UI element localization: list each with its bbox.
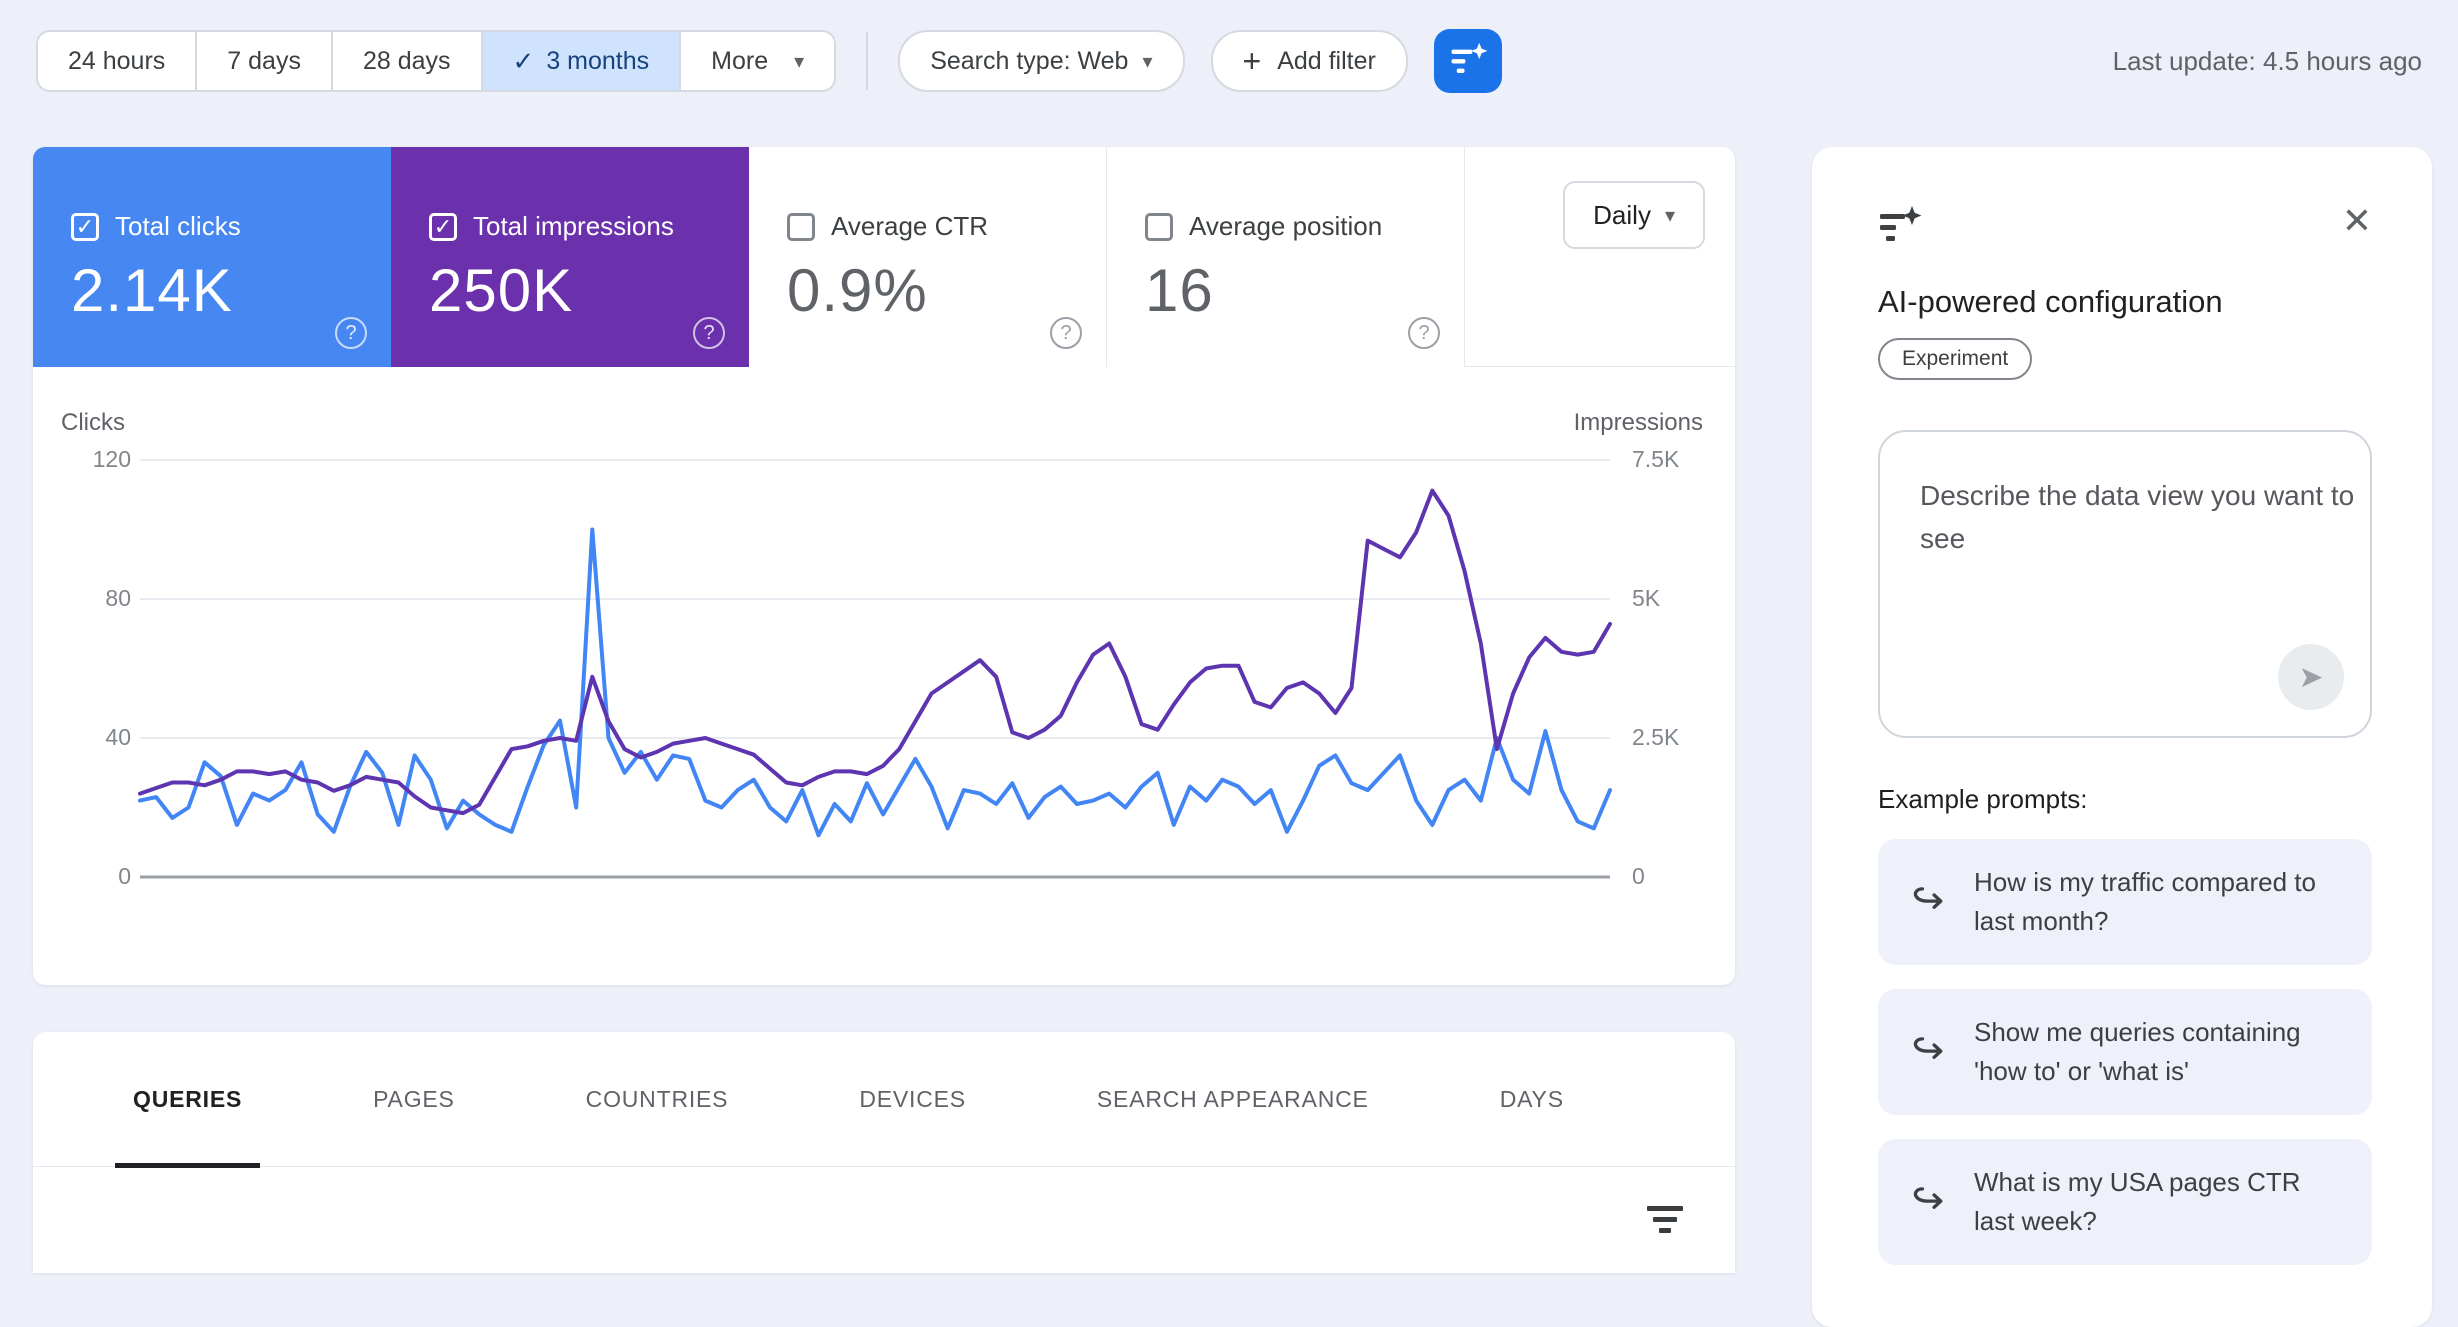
granularity-dropdown[interactable]: Daily ▾: [1563, 181, 1705, 249]
tab-devices[interactable]: DEVICES: [841, 1032, 984, 1166]
close-icon[interactable]: ✕: [2342, 203, 2372, 239]
date-range-label: 28 days: [363, 47, 451, 76]
metric-value: 250K: [429, 256, 749, 325]
date-range-3-months[interactable]: ✓ 3 months: [483, 32, 682, 90]
tab-label: DEVICES: [859, 1086, 966, 1113]
tab-label: COUNTRIES: [586, 1086, 729, 1113]
example-prompts-heading: Example prompts:: [1878, 784, 2372, 815]
chevron-down-icon: ▾: [794, 49, 804, 74]
ai-configuration-panel: ✕ AI-powered configuration Experiment ➤ …: [1812, 147, 2432, 1327]
metric-total-impressions[interactable]: ✓ Total impressions 250K ?: [391, 147, 749, 367]
plus-icon: +: [1243, 43, 1262, 80]
sparkle-filter-icon: [1449, 41, 1487, 82]
prompt-text: How is my traffic compared to last month…: [1974, 863, 2342, 941]
metric-total-clicks[interactable]: ✓ Total clicks 2.14K ?: [33, 147, 391, 367]
dimensions-table-card: QUERIES PAGES COUNTRIES DEVICES SEARCH A…: [33, 1032, 1735, 1273]
tab-label: PAGES: [373, 1086, 455, 1113]
prompt-text: What is my USA pages CTR last week?: [1974, 1163, 2342, 1241]
tab-label: QUERIES: [133, 1086, 242, 1113]
metric-value: 16: [1145, 256, 1464, 325]
date-range-label: 7 days: [227, 47, 301, 76]
date-range-28-days[interactable]: 28 days: [333, 32, 483, 90]
checkbox-unchecked-icon[interactable]: [1145, 213, 1173, 241]
metric-label: Average CTR: [831, 211, 988, 242]
help-icon[interactable]: ?: [335, 317, 367, 349]
add-filter-label: Add filter: [1277, 47, 1376, 76]
ai-prompt-box: ➤: [1878, 430, 2372, 738]
send-button[interactable]: ➤: [2278, 644, 2344, 710]
prompt-arrow-icon: [1908, 1180, 1948, 1225]
metric-label: Total clicks: [115, 211, 241, 242]
metric-average-position[interactable]: Average position 16 ?: [1107, 147, 1465, 367]
more-label: More: [711, 47, 768, 76]
date-range-7-days[interactable]: 7 days: [197, 32, 333, 90]
metric-value: 2.14K: [71, 256, 391, 325]
example-prompt-3[interactable]: What is my USA pages CTR last week?: [1878, 1139, 2372, 1265]
date-range-group: 24 hours 7 days 28 days ✓ 3 months More …: [36, 30, 836, 92]
filter-list-icon[interactable]: [1647, 1206, 1683, 1233]
checkbox-checked-icon[interactable]: ✓: [429, 213, 457, 241]
metric-cards-row: ✓ Total clicks 2.14K ? ✓ Total impressio…: [33, 147, 1735, 367]
granularity-label: Daily: [1593, 200, 1651, 231]
chevron-down-icon: ▾: [1142, 49, 1152, 74]
example-prompt-2[interactable]: Show me queries containing 'how to' or '…: [1878, 989, 2372, 1115]
help-icon[interactable]: ?: [1408, 317, 1440, 349]
date-range-24-hours[interactable]: 24 hours: [38, 32, 197, 90]
table-toolbar: [33, 1167, 1735, 1272]
add-filter-button[interactable]: + Add filter: [1211, 30, 1408, 92]
date-range-label: 24 hours: [68, 47, 165, 76]
checkbox-unchecked-icon[interactable]: [787, 213, 815, 241]
prompt-arrow-icon: [1908, 880, 1948, 925]
search-type-label: Search type: Web: [930, 47, 1128, 76]
metric-label: Average position: [1189, 211, 1382, 242]
tab-label: SEARCH APPEARANCE: [1097, 1086, 1369, 1113]
ai-prompt-input[interactable]: [1920, 474, 2400, 654]
tab-search-appearance[interactable]: SEARCH APPEARANCE: [1079, 1032, 1387, 1166]
experiment-badge: Experiment: [1878, 338, 2032, 380]
last-update-text: Last update: 4.5 hours ago: [2113, 46, 2422, 77]
help-icon[interactable]: ?: [693, 317, 725, 349]
metric-average-ctr[interactable]: Average CTR 0.9% ?: [749, 147, 1107, 367]
tab-pages[interactable]: PAGES: [355, 1032, 473, 1166]
top-filter-bar: 24 hours 7 days 28 days ✓ 3 months More …: [36, 28, 2422, 94]
panel-title: AI-powered configuration: [1878, 284, 2372, 320]
ai-filter-button[interactable]: [1434, 29, 1502, 93]
check-icon: ✓: [513, 46, 535, 77]
series-clicks: [140, 530, 1610, 836]
tab-countries[interactable]: COUNTRIES: [568, 1032, 747, 1166]
example-prompt-1[interactable]: How is my traffic compared to last month…: [1878, 839, 2372, 965]
send-icon: ➤: [2298, 660, 2323, 695]
help-icon[interactable]: ?: [1050, 317, 1082, 349]
metric-value: 0.9%: [787, 256, 1106, 325]
performance-card: ✓ Total clicks 2.14K ? ✓ Total impressio…: [33, 147, 1735, 985]
divider: [866, 32, 868, 90]
traffic-chart: Clicks Impressions 120 80 40 0 7.5K 5K 2…: [33, 367, 1735, 985]
tab-queries[interactable]: QUERIES: [115, 1032, 260, 1166]
metric-label: Total impressions: [473, 211, 674, 242]
tab-days[interactable]: DAYS: [1482, 1032, 1582, 1166]
prompt-arrow-icon: [1908, 1030, 1948, 1075]
search-type-dropdown[interactable]: Search type: Web ▾: [898, 30, 1184, 92]
date-range-label: 3 months: [546, 47, 649, 76]
prompt-text: Show me queries containing 'how to' or '…: [1974, 1013, 2342, 1091]
tab-label: DAYS: [1500, 1086, 1564, 1113]
traffic-chart-svg[interactable]: [33, 367, 1735, 985]
date-range-more[interactable]: More ▾: [681, 32, 834, 90]
dimension-tabs: QUERIES PAGES COUNTRIES DEVICES SEARCH A…: [33, 1032, 1735, 1167]
checkbox-checked-icon[interactable]: ✓: [71, 213, 99, 241]
chevron-down-icon: ▾: [1665, 203, 1675, 228]
sparkle-filter-icon: [1878, 203, 1922, 252]
